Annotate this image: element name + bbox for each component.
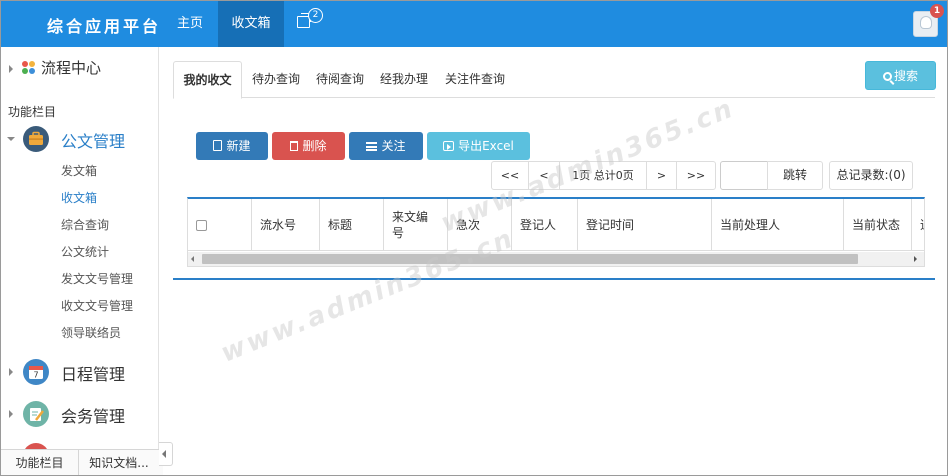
- sidebar-collapse-button[interactable]: [159, 442, 173, 466]
- list-icon: [366, 142, 378, 151]
- nav-messages[interactable]: 2: [293, 1, 323, 47]
- tab-handled[interactable]: 经我办理: [374, 61, 434, 98]
- pager-prev[interactable]: <: [528, 161, 560, 190]
- content-tabs: 我的收文 待办查询 待阅查询 经我办理 关注件查询: [173, 61, 935, 99]
- column-header[interactable]: 登记人: [512, 199, 578, 251]
- sidebar-item-incoming-numbers[interactable]: 收文文号管理: [61, 297, 133, 314]
- group-label: 日程管理: [61, 365, 126, 384]
- follow-button[interactable]: 关注: [349, 132, 423, 160]
- export-icon: [443, 141, 455, 151]
- sidebar-item-outgoing-numbers[interactable]: 发文文号管理: [61, 270, 133, 287]
- column-header[interactable]: 来文编号: [384, 199, 448, 251]
- sidebar-item-inbox[interactable]: 收文箱: [61, 189, 97, 206]
- top-navbar: 综合应用平台 主页 收文箱 2 1: [1, 1, 947, 47]
- sidebar-item-outbox[interactable]: 发文箱: [61, 162, 97, 179]
- sidebar-item-liaison[interactable]: 领导联络员: [61, 324, 121, 341]
- tab-knowledge-docs[interactable]: 知识文档...: [79, 450, 159, 475]
- select-all-cell: [188, 199, 252, 251]
- tab-followed[interactable]: 关注件查询: [439, 61, 511, 98]
- group-label: 公文管理: [61, 132, 126, 151]
- pager-info: 1页 总计0页: [559, 161, 647, 190]
- follow-label: 关注: [381, 139, 406, 153]
- column-header[interactable]: 标题: [320, 199, 384, 251]
- pager-next[interactable]: >: [646, 161, 677, 190]
- edit-icon: [23, 401, 49, 427]
- app-brand: 综合应用平台: [47, 17, 162, 36]
- page-jump-button[interactable]: 跳转: [767, 161, 823, 190]
- tab-to-read[interactable]: 待阅查询: [310, 61, 370, 98]
- export-label: 导出Excel: [458, 139, 514, 153]
- delete-button[interactable]: 删除: [272, 132, 345, 160]
- message-count-badge: 2: [308, 8, 323, 23]
- record-total: 总记录数:(0): [829, 161, 913, 190]
- caret-right-icon: [9, 410, 13, 418]
- page-jump-input[interactable]: [720, 161, 768, 190]
- scrollbar-thumb[interactable]: [202, 254, 858, 264]
- caret-right-icon: [9, 368, 13, 376]
- flow-dots-icon: [22, 61, 36, 75]
- table-header: 流水号 标题 来文编号 急次 登记人 登记时间 当前处理人 当前状态 追: [188, 199, 924, 251]
- sidebar-group-schedule[interactable]: 7 日程管理: [1, 356, 159, 388]
- delete-label: 删除: [302, 139, 327, 153]
- caret-right-icon: [9, 65, 13, 73]
- caret-down-icon: [7, 137, 15, 141]
- tab-pending[interactable]: 待办查询: [246, 61, 306, 98]
- sidebar-item-stats[interactable]: 公文统计: [61, 243, 109, 260]
- column-header[interactable]: 急次: [448, 199, 512, 251]
- file-icon: [213, 140, 223, 151]
- tab-my-inbox[interactable]: 我的收文: [173, 61, 242, 99]
- pager-first[interactable]: <<: [491, 161, 529, 190]
- search-icon: [882, 72, 892, 81]
- notification-badge: 1: [930, 4, 944, 18]
- calendar-icon: 7: [23, 359, 49, 385]
- search-label: 搜索: [893, 69, 918, 83]
- sidebar: 流程中心 功能栏目 公文管理 发文箱 收文箱 综合查询 公文统计 发文文号管理 …: [1, 47, 159, 475]
- sidebar-flow-center[interactable]: 流程中心: [1, 47, 159, 91]
- scroll-left-icon[interactable]: [191, 256, 194, 262]
- section-label: 功能栏目: [8, 105, 57, 119]
- sidebar-group-meetings[interactable]: 会务管理: [1, 398, 159, 430]
- column-header[interactable]: 流水号: [252, 199, 320, 251]
- tab-function-menu[interactable]: 功能栏目: [1, 450, 79, 475]
- select-all-checkbox[interactable]: [196, 219, 207, 231]
- inbox-table: 流水号 标题 来文编号 急次 登记人 登记时间 当前处理人 当前状态 追: [187, 197, 925, 267]
- sidebar-item-search[interactable]: 综合查询: [61, 216, 109, 233]
- briefcase-icon: [23, 126, 49, 152]
- horizontal-scrollbar[interactable]: [188, 252, 924, 266]
- nav-home[interactable]: 主页: [167, 1, 213, 47]
- sidebar-group-documents[interactable]: 公文管理: [1, 123, 159, 155]
- app-window: 综合应用平台 主页 收文箱 2 1 流程中心 功能栏目 公文管理 发文箱 收文箱…: [0, 0, 948, 476]
- column-header[interactable]: 当前处理人: [712, 199, 844, 251]
- inbox-panel: 新建 删除 关注 导出Excel << < 1页 总计0页 > >> 跳转 总记…: [173, 109, 935, 280]
- export-excel-button[interactable]: 导出Excel: [427, 132, 530, 160]
- column-header[interactable]: 登记时间: [578, 199, 712, 251]
- flow-center-label: 流程中心: [41, 59, 102, 77]
- pager-last[interactable]: >>: [676, 161, 716, 190]
- column-header[interactable]: 当前状态: [844, 199, 912, 251]
- trash-icon: [290, 141, 299, 151]
- sidebar-bottom-tabs: 功能栏目 知识文档...: [1, 449, 163, 475]
- nav-inbox[interactable]: 收文箱: [218, 1, 284, 47]
- new-label: 新建: [226, 139, 251, 153]
- search-button[interactable]: 搜索: [865, 61, 936, 90]
- new-button[interactable]: 新建: [196, 132, 268, 160]
- column-header[interactable]: 追: [912, 199, 924, 251]
- group-label: 会务管理: [61, 407, 126, 426]
- scroll-right-icon[interactable]: [914, 256, 917, 262]
- svg-text:7: 7: [33, 371, 38, 380]
